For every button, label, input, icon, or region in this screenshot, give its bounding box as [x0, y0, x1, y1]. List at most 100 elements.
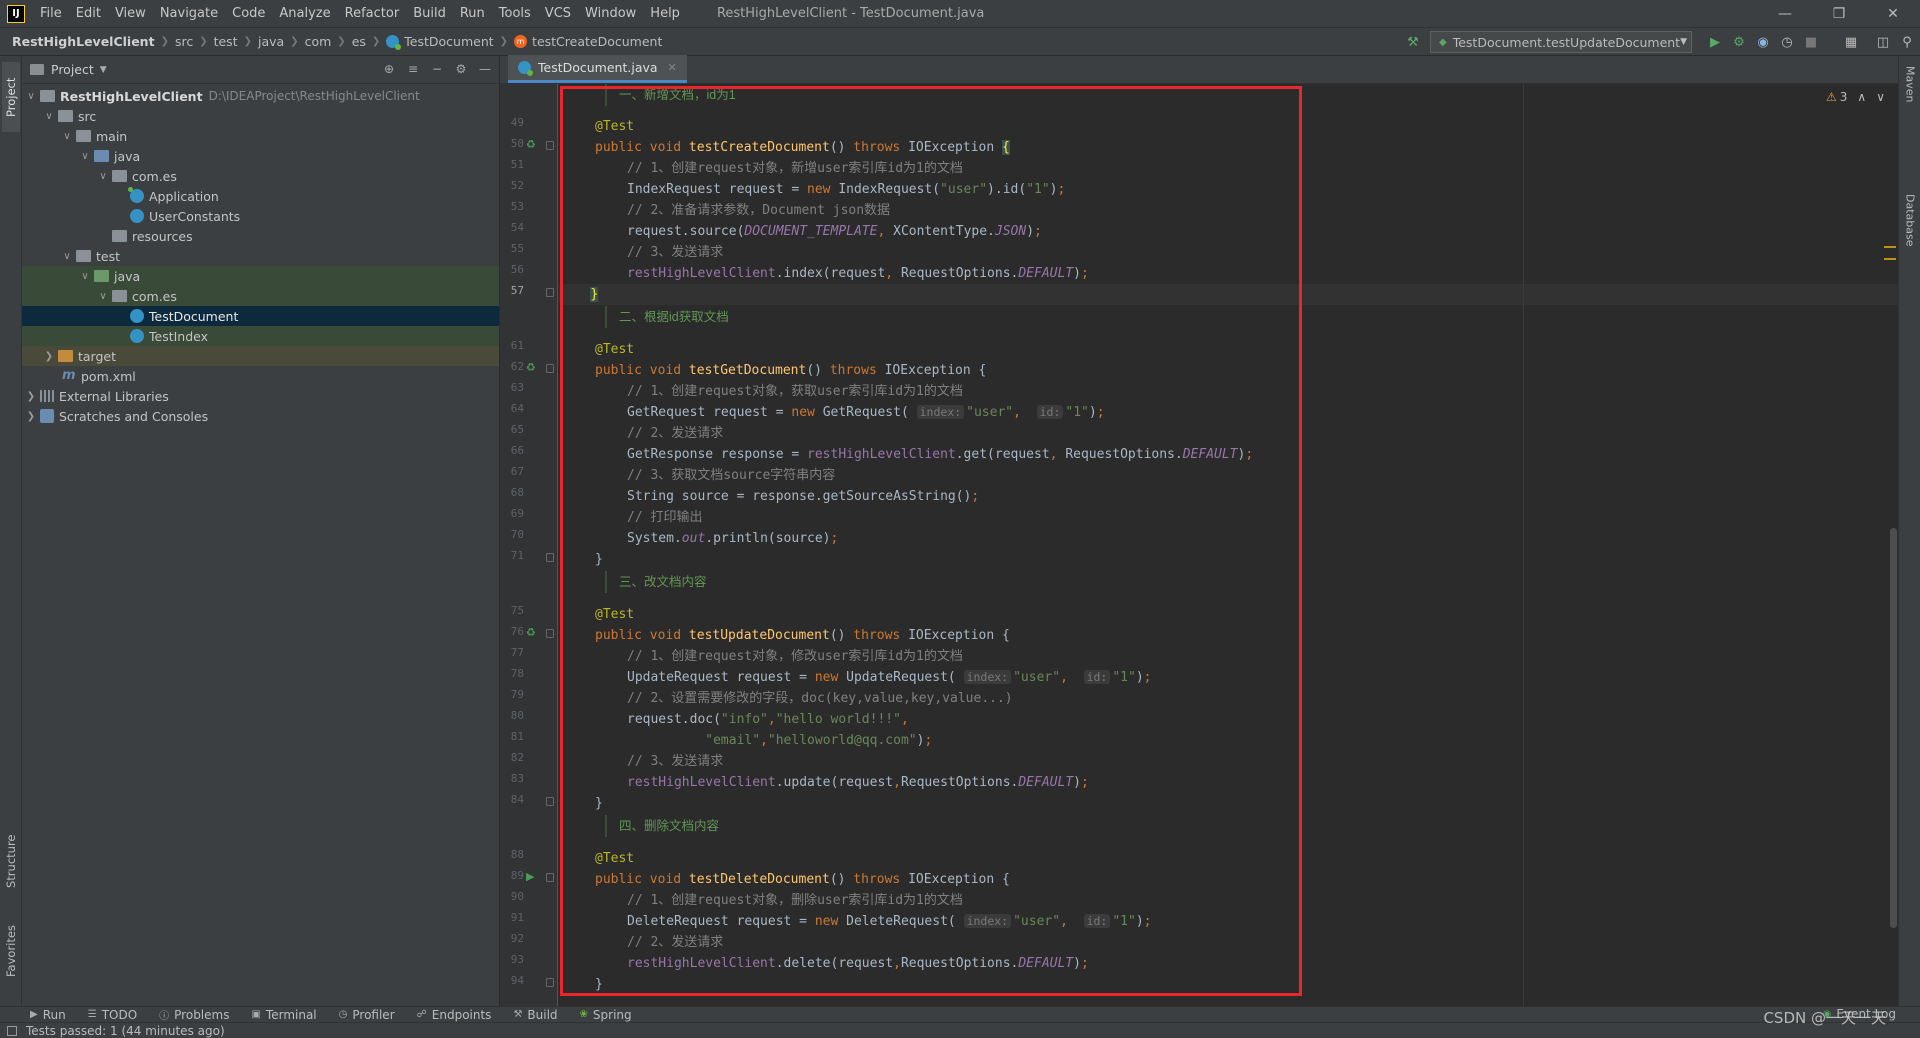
- tool-tab-structure[interactable]: Structure: [2, 826, 20, 896]
- tool-tab-favorites[interactable]: Favorites: [2, 916, 20, 986]
- menu-file[interactable]: File: [33, 0, 69, 28]
- tree-item-test-com-es[interactable]: ∨ com.es: [22, 286, 499, 306]
- tool-tab-project[interactable]: Project: [2, 62, 20, 132]
- chevron-down-icon[interactable]: ∨: [1876, 90, 1885, 104]
- fold-icon[interactable]: [546, 553, 554, 562]
- tree-item-main-com-es[interactable]: ∨ com.es: [22, 166, 499, 186]
- breadcrumb-project[interactable]: RestHighLevelClient: [12, 34, 155, 49]
- menu-edit[interactable]: Edit: [69, 0, 108, 28]
- tree-item-scratches[interactable]: ❯ Scratches and Consoles: [22, 406, 499, 426]
- tree-item-main-java[interactable]: ∨ java: [22, 146, 499, 166]
- build-hammer-icon[interactable]: ⚒: [1404, 33, 1422, 51]
- fold-icon[interactable]: [546, 978, 554, 987]
- menu-refactor[interactable]: Refactor: [338, 0, 407, 28]
- chevron-down-icon[interactable]: ∨: [96, 171, 110, 182]
- tool-tab-database[interactable]: Database: [1901, 194, 1919, 274]
- inspection-widget[interactable]: ⚠ 3 ∧ ∨: [1826, 90, 1885, 104]
- tree-item-testindex[interactable]: TestIndex: [22, 326, 499, 346]
- toggle-tool-windows-icon[interactable]: [7, 1026, 17, 1036]
- tool-tab-spring[interactable]: ❀ Spring: [580, 1008, 632, 1022]
- run-test-gutter-icon[interactable]: ♻: [526, 139, 538, 151]
- tool-tab-todo[interactable]: ☰ TODO: [88, 1008, 137, 1022]
- tool-tab-endpoints[interactable]: ☍ Endpoints: [417, 1008, 492, 1022]
- tree-item-project-root[interactable]: ∨ RestHighLevelClient D:\IDEAProject\Res…: [22, 86, 499, 106]
- stop-icon[interactable]: ■: [1802, 33, 1820, 51]
- fold-icon[interactable]: [546, 797, 554, 806]
- chevron-down-icon[interactable]: ∨: [78, 151, 92, 162]
- tree-item-userconstants[interactable]: UserConstants: [22, 206, 499, 226]
- fold-icon[interactable]: [546, 873, 554, 882]
- breadcrumb-testdocument[interactable]: TestDocument: [386, 34, 494, 50]
- run-test-gutter-icon[interactable]: ♻: [526, 627, 538, 639]
- breadcrumb-src[interactable]: src: [175, 34, 193, 49]
- run-icon[interactable]: ▶: [1706, 33, 1724, 51]
- error-stripe[interactable]: [1884, 246, 1898, 270]
- tree-item-src[interactable]: ∨ src: [22, 106, 499, 126]
- chevron-down-icon[interactable]: ∨: [24, 91, 38, 102]
- layout-icon[interactable]: ◫: [1874, 33, 1892, 51]
- debug-icon[interactable]: ⚙: [1730, 33, 1748, 51]
- menu-tools[interactable]: Tools: [492, 0, 538, 28]
- breadcrumb-java[interactable]: java: [258, 34, 284, 49]
- breadcrumb-es[interactable]: es: [352, 34, 366, 49]
- tree-item-resources[interactable]: resources: [22, 226, 499, 246]
- tool-tab-problems[interactable]: ⓘ Problems: [159, 1007, 229, 1023]
- close-tab-icon[interactable]: ✕: [668, 61, 677, 74]
- tool-tab-profiler[interactable]: ◷ Profiler: [339, 1008, 395, 1022]
- menu-vcs[interactable]: VCS: [538, 0, 578, 28]
- tree-item-application[interactable]: Application: [22, 186, 499, 206]
- collapse-all-icon[interactable]: −: [429, 61, 445, 77]
- expand-all-icon[interactable]: ≡: [405, 61, 421, 77]
- tree-item-testdocument[interactable]: TestDocument: [22, 306, 499, 326]
- code-editor[interactable]: 一、新增文档，id为1 @Test public void testCreate…: [559, 84, 1898, 1006]
- menu-build[interactable]: Build: [406, 0, 453, 28]
- breadcrumb-com[interactable]: com: [305, 34, 332, 49]
- tree-item-target[interactable]: ❯ target: [22, 346, 499, 366]
- menu-view[interactable]: View: [108, 0, 153, 28]
- vertical-scrollbar[interactable]: [1890, 528, 1897, 928]
- tree-item-test-java[interactable]: ∨ java: [22, 266, 499, 286]
- hide-icon[interactable]: —: [477, 61, 493, 77]
- gear-icon[interactable]: ⚙: [453, 61, 469, 77]
- menu-analyze[interactable]: Analyze: [272, 0, 337, 28]
- tree-item-external-libraries[interactable]: ❯ External Libraries: [22, 386, 499, 406]
- tree-item-test[interactable]: ∨ test: [22, 246, 499, 266]
- chevron-down-icon[interactable]: ∨: [78, 271, 92, 282]
- tool-tab-run[interactable]: ▶ Run: [30, 1008, 66, 1022]
- fold-icon[interactable]: [546, 288, 554, 297]
- chevron-up-icon[interactable]: ∧: [1857, 90, 1866, 104]
- breadcrumb-test[interactable]: test: [214, 34, 238, 49]
- tool-tab-maven[interactable]: Maven: [1901, 66, 1919, 136]
- coverage-icon[interactable]: ◉: [1754, 33, 1772, 51]
- menu-window[interactable]: Window: [578, 0, 643, 28]
- chevron-down-icon[interactable]: ∨: [60, 131, 74, 142]
- status-message[interactable]: Tests passed: 1 (44 minutes ago): [26, 1024, 225, 1038]
- menu-help[interactable]: Help: [643, 0, 687, 28]
- locate-icon[interactable]: ⊕: [381, 61, 397, 77]
- fold-icon[interactable]: [546, 364, 554, 373]
- fold-icon[interactable]: [546, 629, 554, 638]
- chevron-right-icon[interactable]: ❯: [24, 411, 38, 422]
- close-icon[interactable]: ✕: [1866, 0, 1920, 28]
- chevron-down-icon[interactable]: ∨: [96, 291, 110, 302]
- chevron-down-icon[interactable]: ∨: [42, 111, 56, 122]
- restore-icon[interactable]: ❐: [1812, 0, 1866, 28]
- warning-stripe-mark[interactable]: [1884, 246, 1896, 248]
- tool-tab-terminal[interactable]: ▣ Terminal: [251, 1008, 316, 1022]
- project-view-select[interactable]: Project: [51, 62, 94, 77]
- chevron-right-icon[interactable]: ❯: [42, 351, 56, 362]
- chevron-down-icon[interactable]: ▼: [100, 65, 107, 75]
- tree-item-main[interactable]: ∨ main: [22, 126, 499, 146]
- menu-run[interactable]: Run: [453, 0, 492, 28]
- fold-icon[interactable]: [546, 141, 554, 150]
- tab-testdocument-java[interactable]: TestDocument.java ✕: [508, 55, 687, 83]
- run-test-gutter-icon[interactable]: ♻: [526, 362, 538, 374]
- chevron-down-icon[interactable]: ∨: [60, 251, 74, 262]
- run-configuration-select[interactable]: ◆ TestDocument.testUpdateDocument ▼: [1430, 31, 1692, 53]
- minimize-icon[interactable]: —: [1758, 0, 1812, 28]
- menu-code[interactable]: Code: [225, 0, 272, 28]
- search-icon[interactable]: ⚲: [1898, 33, 1916, 51]
- project-structure-icon[interactable]: ▦: [1842, 33, 1860, 51]
- breadcrumb-method[interactable]: m testCreateDocument: [514, 34, 662, 49]
- profile-icon[interactable]: ◷: [1778, 33, 1796, 51]
